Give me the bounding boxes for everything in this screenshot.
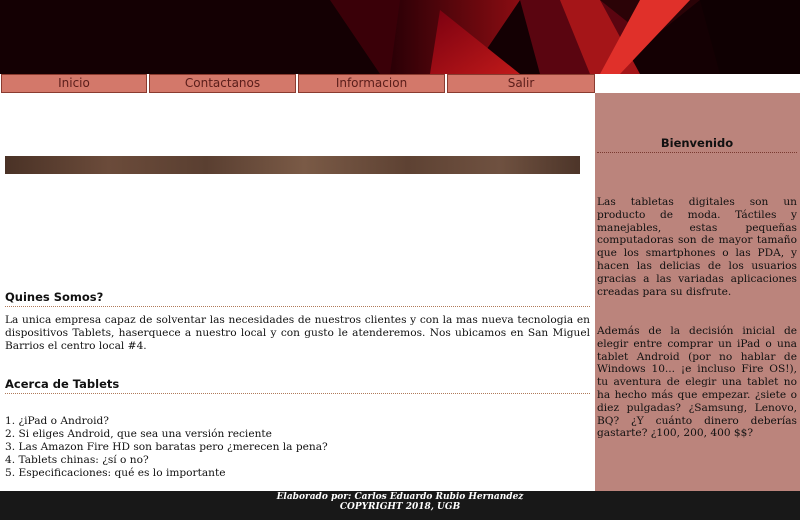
banner-image-strip [5,156,580,174]
sidebar-title: Bienvenido [597,136,797,153]
tablets-title: Acerca de Tablets [5,377,590,394]
sidebar-paragraph-1: Las tabletas digitales son un producto d… [597,196,797,298]
footer: Elaborado por: Carlos Eduardo Rubio Hern… [0,491,800,520]
about-title: Quines Somos? [5,290,590,307]
list-item: 2. Si eliges Android, que sea una versió… [5,428,272,440]
tablets-list: 1. ¿iPad o Android? 2. Si eliges Android… [5,415,328,480]
list-item: 4. Tablets chinas: ¿sí o no? [5,454,149,466]
list-item: 1. ¿iPad o Android? [5,415,109,427]
nav-informacion[interactable]: Informacion [298,74,445,93]
sidebar: Bienvenido Las tabletas digitales son un… [595,93,800,491]
about-text: La unica empresa capaz de solventar las … [5,314,590,352]
nav-salir[interactable]: Salir [447,74,595,93]
nav-inicio[interactable]: Inicio [1,74,147,93]
list-item: 5. Especificaciones: qué es lo important… [5,467,226,479]
sidebar-paragraph-2: Además de la decisión inicial de elegir … [597,325,797,440]
banner-graphic [0,0,800,74]
main-navigation: Inicio Contactanos Informacion Salir [0,74,800,93]
footer-copyright: COPYRIGHT 2018, UGB [339,502,461,512]
header-banner [0,0,800,74]
main-content: Quines Somos? La unica empresa capaz de … [0,93,595,491]
nav-contactanos[interactable]: Contactanos [149,74,296,93]
list-item: 3. Las Amazon Fire HD son baratas pero ¿… [5,441,328,453]
footer-author: Elaborado por: Carlos Eduardo Rubio Hern… [276,492,524,502]
